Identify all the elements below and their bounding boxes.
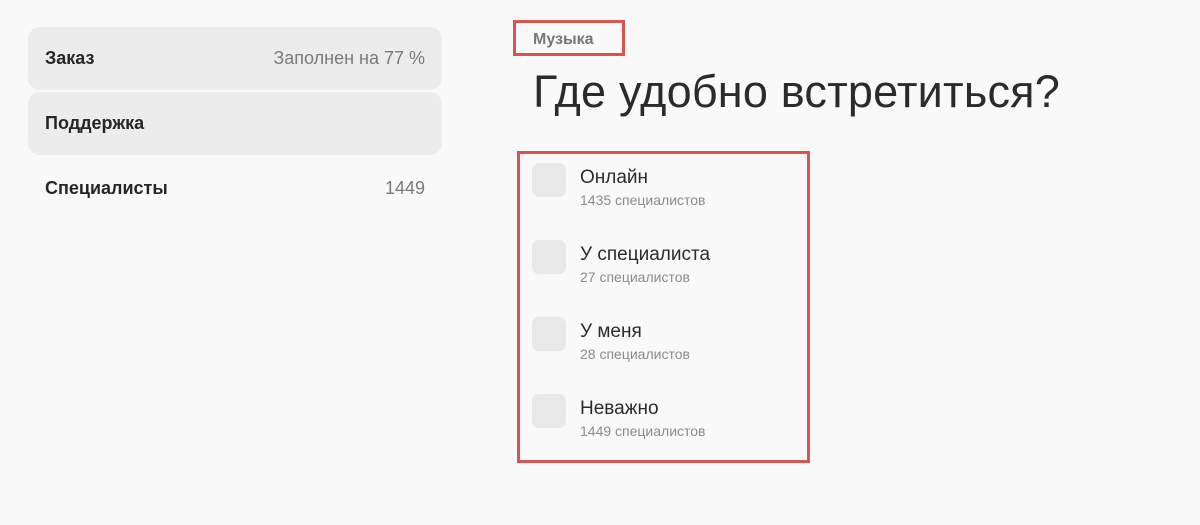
specialists-count: 1449 bbox=[384, 178, 425, 198]
option-at-my-place[interactable]: У меня 28 специалистов bbox=[532, 317, 690, 363]
option-count: 1435 специалистов bbox=[580, 192, 706, 208]
checkbox[interactable] bbox=[532, 240, 566, 274]
option-label: Онлайн bbox=[580, 167, 649, 188]
option-doesnt-matter[interactable]: Неважно 1449 специалистов bbox=[532, 394, 706, 440]
option-label: Неважно bbox=[580, 398, 659, 419]
order-progress-text: Заполнен на 77 % bbox=[273, 48, 425, 68]
option-text: Онлайн 1435 специалистов bbox=[580, 167, 706, 209]
checkbox[interactable] bbox=[532, 394, 566, 428]
option-label: У специалиста bbox=[580, 244, 711, 265]
option-label: У меня bbox=[580, 321, 642, 342]
option-text: Неважно 1449 специалистов bbox=[580, 398, 706, 440]
sidebar: Заказ Заполнен на 77 % Поддержка Специал… bbox=[28, 27, 442, 222]
option-count: 1449 специалистов bbox=[580, 423, 706, 439]
page: Заказ Заполнен на 77 % Поддержка Специал… bbox=[0, 0, 1200, 525]
sidebar-item-specialists[interactable]: Специалисты 1449 bbox=[28, 157, 442, 220]
option-online[interactable]: Онлайн 1435 специалистов bbox=[532, 163, 706, 209]
page-title: Где удобно встретиться? bbox=[533, 66, 1060, 117]
sidebar-item-order[interactable]: Заказ Заполнен на 77 % bbox=[28, 27, 442, 90]
option-count: 28 специалистов bbox=[580, 346, 690, 362]
sidebar-item-label: Специалисты bbox=[45, 178, 168, 198]
sidebar-item-label: Заказ bbox=[45, 48, 95, 68]
option-text: У меня 28 специалистов bbox=[580, 321, 690, 363]
sidebar-item-support[interactable]: Поддержка bbox=[28, 92, 442, 155]
sidebar-item-label: Поддержка bbox=[45, 113, 145, 133]
option-text: У специалиста 27 специалистов bbox=[580, 244, 710, 286]
meeting-place-options: Онлайн 1435 специалистов У специалиста 2… bbox=[517, 151, 810, 463]
checkbox[interactable] bbox=[532, 163, 566, 197]
option-count: 27 специалистов bbox=[580, 269, 690, 285]
option-at-specialist[interactable]: У специалиста 27 специалистов bbox=[532, 240, 710, 286]
category-tag: Музыка bbox=[513, 20, 625, 56]
checkbox[interactable] bbox=[532, 317, 566, 351]
